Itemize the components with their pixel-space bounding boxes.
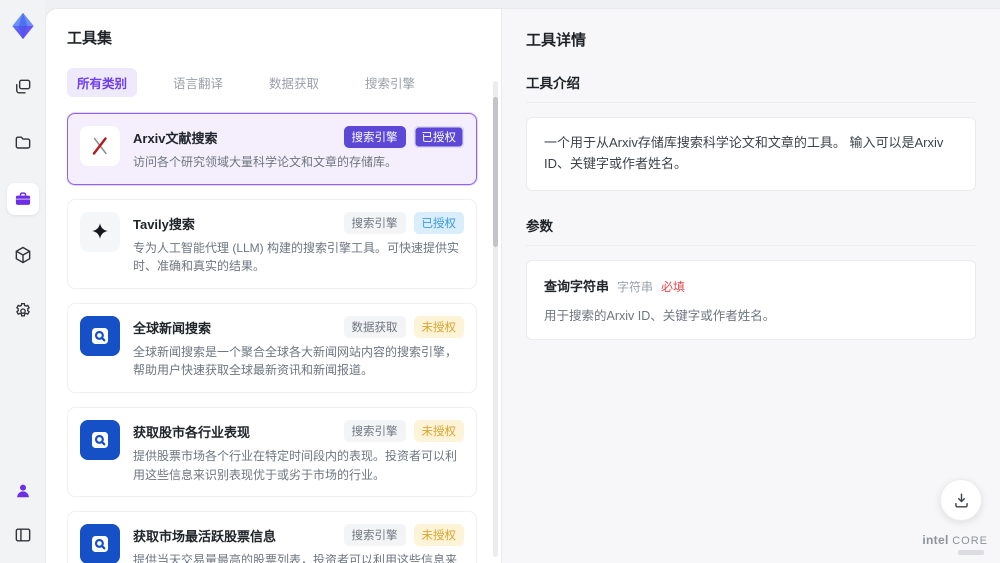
auth-status-badge: 已授权 <box>413 211 464 234</box>
user-icon <box>16 484 29 498</box>
nav-settings-button[interactable] <box>7 295 39 327</box>
scrollbar-thumb[interactable] <box>493 97 498 247</box>
intel-core-logo: intel CORE <box>922 533 988 555</box>
tavily-logo-icon <box>80 211 120 252</box>
category-badge: 搜索引擎 <box>343 126 406 148</box>
intro-text: 一个用于从Arxiv存储库搜索科学论文和文章的工具。 输入可以是Arxiv ID… <box>544 135 944 171</box>
param-required-flag: 必填 <box>661 279 686 294</box>
list-scrollbar[interactable] <box>493 81 498 557</box>
tab-translation[interactable]: 语言翻译 <box>163 68 233 97</box>
intro-card: 一个用于从Arxiv存储库搜索科学论文和文章的工具。 输入可以是Arxiv ID… <box>526 117 976 191</box>
auth-status-badge: 已授权 <box>413 126 464 148</box>
tool-list-panel: 工具集 所有类别 语言翻译 数据获取 搜索引擎 Arxiv文献搜索 访问各个研究… <box>46 9 501 563</box>
tool-card-active-stocks[interactable]: 获取市场最活跃股票信息 提供当天交易量最高的股票列表，投资者可以利用这些信息来识… <box>67 511 477 563</box>
tool-detail-panel: 工具详情 工具介绍 一个用于从Arxiv存储库搜索科学论文和文章的工具。 输入可… <box>501 9 1000 563</box>
category-badge: 数据获取 <box>343 315 406 338</box>
params-heading: 参数 <box>526 215 976 246</box>
nav-tools-button[interactable] <box>6 183 39 215</box>
sidebar-layout-icon <box>15 528 30 542</box>
tab-search-engine[interactable]: 搜索引擎 <box>355 68 425 97</box>
cube-icon <box>15 246 30 264</box>
tool-card-tavily[interactable]: Tavily搜索 专为人工智能代理 (LLM) 构建的搜索引擎工具。可快速提供实… <box>67 198 477 289</box>
news-search-logo-icon <box>80 524 120 563</box>
user-account-button[interactable] <box>7 475 39 507</box>
left-rail <box>0 0 45 563</box>
auth-status-badge: 未授权 <box>413 315 464 338</box>
nav-chat-button[interactable] <box>7 71 39 103</box>
category-tabs: 所有类别 语言翻译 数据获取 搜索引擎 <box>67 68 477 97</box>
tool-description: 访问各个研究领域大量科学论文和文章的存储库。 <box>133 155 398 169</box>
download-button[interactable] <box>940 479 982 521</box>
intel-wordmark: intel <box>922 533 949 547</box>
toggle-panel-button[interactable] <box>7 519 39 551</box>
auth-status-badge: 未授权 <box>413 524 464 547</box>
param-type: 字符串 <box>617 279 654 294</box>
nav-files-button[interactable] <box>7 127 39 159</box>
tool-description: 全球新闻搜索是一个聚合全球各大新闻网站内容的搜索引擎，帮助用户快速获取全球最新资… <box>133 344 458 378</box>
gear-icon <box>15 303 30 317</box>
category-badge: 搜索引擎 <box>343 524 406 547</box>
core-wordmark: CORE <box>952 535 988 547</box>
tab-all-categories[interactable]: 所有类别 <box>67 68 138 97</box>
param-description: 用于搜索的Arxiv ID、关键字或作者姓名。 <box>544 308 776 323</box>
tool-description: 提供当天交易量最高的股票列表，投资者可以利用这些信息来识别流动性强的股票和潜在的… <box>133 553 458 563</box>
rail-bottom <box>7 475 39 563</box>
app-logo-icon <box>11 12 34 40</box>
category-badge: 搜索引擎 <box>343 211 406 234</box>
param-card: 查询字符串 字符串 必填 用于搜索的Arxiv ID、关键字或作者姓名。 <box>526 259 976 340</box>
briefcase-icon <box>15 192 30 205</box>
detail-title: 工具详情 <box>526 32 587 49</box>
tool-description: 专为人工智能代理 (LLM) 构建的搜索引擎工具。可快速提供实时、准确和真实的结… <box>133 240 460 274</box>
news-search-logo-icon <box>80 315 120 356</box>
tool-card-global-news[interactable]: 全球新闻搜索 全球新闻搜索是一个聚合全球各大新闻网站内容的搜索引擎，帮助用户快速… <box>67 302 477 393</box>
param-name: 查询字符串 <box>544 278 610 294</box>
download-icon <box>954 492 968 508</box>
page-title: 工具集 <box>67 30 113 47</box>
intro-heading: 工具介绍 <box>526 72 976 103</box>
auth-status-badge: 未授权 <box>413 419 464 442</box>
arxiv-logo-icon <box>80 126 120 166</box>
tool-card-arxiv[interactable]: Arxiv文献搜索 访问各个研究领域大量科学论文和文章的存储库。 搜索引擎 已授… <box>67 113 477 185</box>
category-badge: 搜索引擎 <box>343 419 406 442</box>
app-window: 工具集 所有类别 语言翻译 数据获取 搜索引擎 Arxiv文献搜索 访问各个研究… <box>0 0 1000 563</box>
nav-plugins-button[interactable] <box>7 239 39 271</box>
tool-description: 提供股票市场各个行业在特定时间段内的表现。投资者可以利用这些信息来识别表现优于或… <box>133 448 458 482</box>
tool-card-sector-performance[interactable]: 获取股市各行业表现 提供股票市场各个行业在特定时间段内的表现。投资者可以利用这些… <box>67 406 477 498</box>
rail-nav <box>6 71 39 327</box>
main-surface: 工具集 所有类别 语言翻译 数据获取 搜索引擎 Arxiv文献搜索 访问各个研究… <box>45 8 1000 563</box>
chat-icon <box>15 79 30 94</box>
news-search-logo-icon <box>80 419 120 460</box>
folder-icon <box>15 136 30 149</box>
intel-core-sub-mark <box>958 550 984 555</box>
tab-data-fetch[interactable]: 数据获取 <box>259 68 329 97</box>
